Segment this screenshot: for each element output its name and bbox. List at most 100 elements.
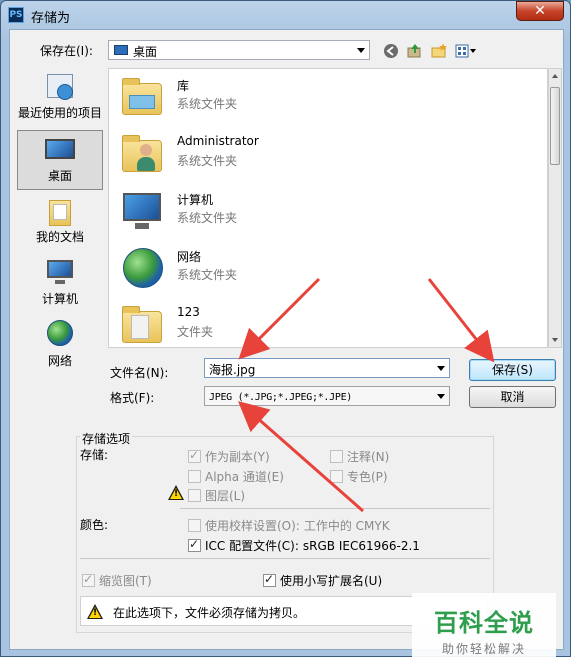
thumbnail-checkbox[interactable]: 缩览图(T): [82, 572, 152, 589]
save-button[interactable]: 保存(S): [469, 359, 556, 381]
item-type: 系统文件夹: [177, 268, 238, 282]
save-in-label: 保存在(I):: [40, 44, 93, 58]
icc-profile-value: sRGB IEC61966-2.1: [302, 538, 420, 553]
place-network[interactable]: 网络: [17, 316, 103, 376]
warning-icon: !: [87, 604, 103, 619]
cancel-button[interactable]: 取消: [469, 386, 556, 408]
item-name: 123: [177, 305, 200, 319]
scroll-down-icon[interactable]: [552, 338, 558, 342]
folder-icon: [119, 301, 165, 347]
network-icon: [43, 320, 77, 350]
item-type: 文件夹: [177, 325, 214, 339]
item-type: 系统文件夹: [177, 97, 238, 111]
dialog-body: 保存在(I): 桌面 最近使用的项目 桌面 我的文档 计算机 网络 库 系统文件…: [9, 29, 564, 657]
save-options-title: 存储选项: [80, 430, 133, 447]
divider: [180, 508, 490, 509]
photoshop-app-icon: PS: [8, 7, 24, 23]
format-dropdown[interactable]: JPEG (*.JPG;*.JPEG;*.JPE): [204, 386, 450, 406]
list-item[interactable]: 网络 系统文件夹: [115, 240, 535, 296]
chevron-down-icon: [437, 394, 445, 399]
item-name: 网络: [177, 250, 202, 264]
format-label: 格式(F):: [110, 391, 155, 405]
watermark-title: 百科全说: [434, 609, 534, 637]
chevron-down-icon[interactable]: [437, 366, 445, 371]
place-label: 计算机: [41, 292, 78, 306]
chevron-down-icon: [357, 48, 365, 53]
checkbox-box[interactable]: [188, 470, 201, 483]
computer-icon: [119, 187, 165, 233]
checkbox-box[interactable]: [188, 448, 201, 463]
filename-value: 海报.jpg: [209, 363, 256, 377]
desktop-icon: [114, 45, 128, 55]
documents-icon: [43, 196, 77, 226]
scroll-up-icon[interactable]: [552, 74, 558, 78]
checkbox-box[interactable]: [188, 489, 201, 502]
checkbox-box[interactable]: [188, 537, 201, 552]
file-list-scrollbar[interactable]: [548, 68, 562, 348]
alpha-channel-checkbox[interactable]: Alpha 通道(E): [188, 468, 284, 485]
as-copy-label: 作为副本(Y): [205, 450, 270, 464]
new-folder-icon[interactable]: [430, 42, 448, 60]
item-name: 计算机: [177, 193, 214, 207]
scroll-thumb[interactable]: [550, 87, 560, 165]
place-label: 最近使用的项目: [17, 106, 102, 120]
desktop-icon: [43, 135, 77, 165]
place-label: 我的文档: [35, 230, 84, 244]
as-copy-checkbox[interactable]: 作为副本(Y): [188, 448, 270, 465]
title-bar: PS 存储为 ✕: [1, 1, 570, 29]
proof-setup-label: 使用校样设置(O):: [205, 519, 300, 533]
up-folder-icon[interactable]: [406, 42, 424, 60]
file-list[interactable]: 库 系统文件夹 Administrator 系统文件夹 计算机 系统文件夹 网络…: [108, 68, 548, 348]
color-label: 颜色:: [80, 518, 109, 532]
watermark-logo: 百科全说 助你轻松解决: [412, 593, 556, 657]
item-name: 库: [177, 79, 190, 93]
lowercase-extension-label: 使用小写扩展名(U): [280, 574, 383, 588]
checkbox-box[interactable]: [330, 470, 343, 483]
format-value: JPEG (*.JPG;*.JPEG;*.JPE): [209, 392, 353, 403]
list-item[interactable]: 123 文件夹: [115, 297, 535, 347]
user-folder-icon: [119, 130, 165, 176]
notes-checkbox[interactable]: 注释(N): [330, 448, 389, 465]
item-type: 系统文件夹: [177, 154, 238, 168]
checkbox-box[interactable]: [330, 450, 343, 463]
notes-label: 注释(N): [347, 450, 390, 464]
place-desktop[interactable]: 桌面: [17, 130, 103, 190]
filename-label: 文件名(N):: [110, 366, 169, 380]
filename-field[interactable]: 海报.jpg: [204, 358, 450, 378]
item-name: Administrator: [177, 134, 259, 148]
warning-icon: !: [168, 485, 184, 500]
library-icon: [119, 73, 165, 119]
view-menu-icon[interactable]: [454, 42, 478, 60]
layers-checkbox[interactable]: 图层(L): [188, 487, 245, 504]
checkbox-box[interactable]: [188, 519, 201, 532]
computer-icon: [43, 258, 77, 288]
places-bar: 最近使用的项目 桌面 我的文档 计算机 网络: [15, 68, 105, 368]
proof-setup-value: 工作中的 CMYK: [303, 519, 390, 533]
list-item[interactable]: 计算机 系统文件夹: [115, 183, 535, 239]
proof-setup-checkbox[interactable]: 使用校样设置(O): 工作中的 CMYK: [188, 517, 390, 534]
icc-profile-checkbox[interactable]: ICC 配置文件(C): sRGB IEC61966-2.1: [188, 537, 420, 554]
close-button[interactable]: ✕: [516, 1, 564, 21]
recent-items-icon: [43, 72, 77, 102]
storage-label: 存储:: [80, 448, 109, 462]
spot-color-checkbox[interactable]: 专色(P): [330, 468, 388, 485]
save-in-value: 桌面: [133, 45, 158, 59]
list-item[interactable]: 库 系统文件夹: [115, 69, 535, 125]
back-icon[interactable]: [382, 42, 400, 60]
divider: [80, 558, 490, 559]
layers-label: 图层(L): [205, 489, 246, 503]
thumbnail-label: 缩览图(T): [99, 574, 152, 588]
place-recent-items[interactable]: 最近使用的项目: [17, 68, 103, 128]
place-label: 桌面: [47, 169, 72, 183]
place-documents[interactable]: 我的文档: [17, 192, 103, 252]
network-icon: [119, 244, 165, 290]
item-type: 系统文件夹: [177, 211, 238, 225]
list-item[interactable]: Administrator 系统文件夹: [115, 126, 535, 182]
checkbox-box[interactable]: [82, 572, 95, 587]
watermark-subtitle: 助你轻松解决: [441, 642, 526, 656]
lowercase-extension-checkbox[interactable]: 使用小写扩展名(U): [263, 572, 382, 589]
dialog-title: 存储为: [31, 11, 71, 26]
place-computer[interactable]: 计算机: [17, 254, 103, 314]
save-in-dropdown[interactable]: 桌面: [108, 40, 370, 60]
checkbox-box[interactable]: [263, 572, 276, 587]
